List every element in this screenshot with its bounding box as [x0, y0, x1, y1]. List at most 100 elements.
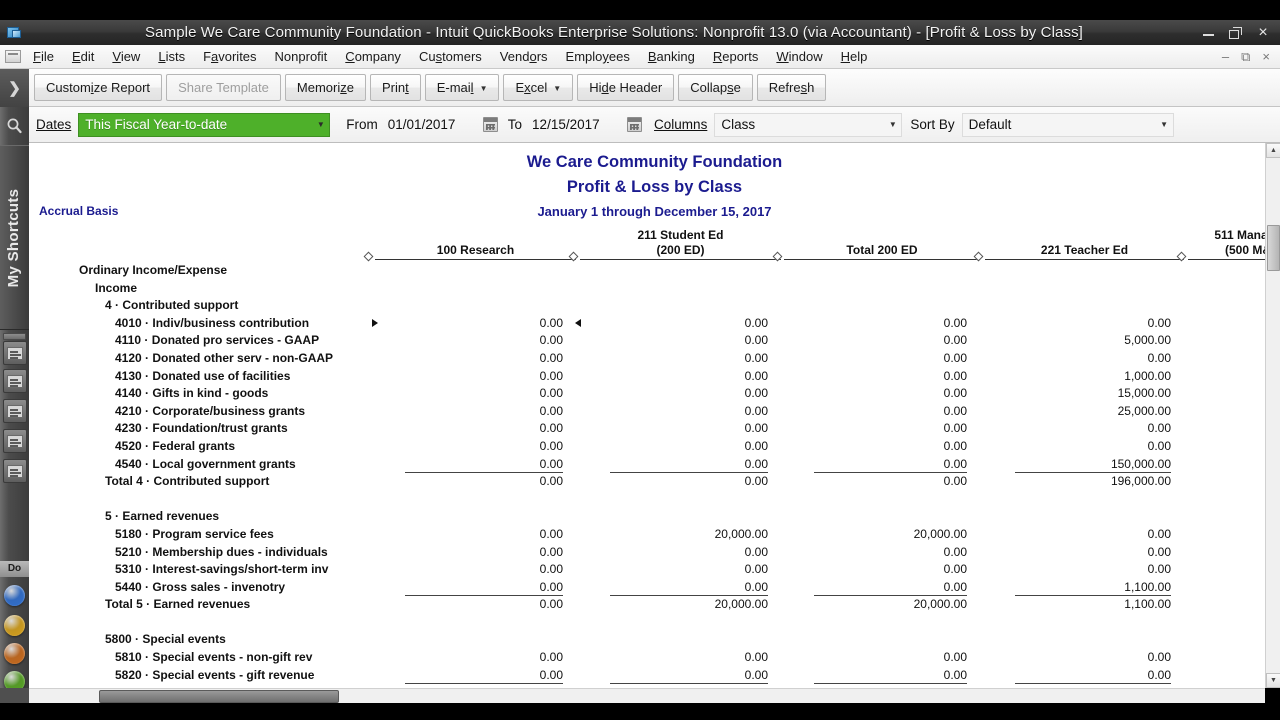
calendar-icon[interactable]: [3, 369, 27, 393]
calendar-icon[interactable]: [627, 117, 643, 132]
sortby-dropdown[interactable]: Default ▼: [961, 112, 1174, 137]
window-controls: ×: [1202, 24, 1270, 40]
menu-item-help[interactable]: Help: [832, 47, 877, 66]
doc-close-icon[interactable]: ×: [1262, 50, 1270, 63]
scroll-down-arrow-icon[interactable]: ▼: [1266, 673, 1280, 688]
row-value: 5,000.00: [1124, 333, 1171, 348]
table-row[interactable]: 5440 · Gross sales - invenotry 0.00 0.00 0.…: [29, 579, 1280, 597]
e-mail-button[interactable]: E-mail ▼: [424, 74, 500, 101]
table-row[interactable]: 4140 · Gifts in kind - goods 0.00 0.00 0.00…: [29, 385, 1280, 403]
invoice-icon[interactable]: [4, 615, 25, 636]
menu-item-customers[interactable]: Customers: [410, 47, 491, 66]
memorize-button[interactable]: Memorize: [284, 74, 366, 101]
receipt-icon[interactable]: [4, 643, 25, 664]
expand-iconbar-button[interactable]: ❯: [0, 69, 29, 107]
scroll-up-arrow-icon[interactable]: ▲: [1266, 143, 1280, 158]
screen-bottom-bezel: [0, 703, 1280, 720]
table-row[interactable]: 4 · Contributed support: [29, 297, 1280, 315]
row-expand-marker-icon[interactable]: [372, 318, 378, 327]
refresh-button[interactable]: Refresh: [756, 74, 827, 101]
report-viewport[interactable]: We Care Community Foundation Profit & Lo…: [29, 143, 1280, 688]
table-row[interactable]: 5800 · Special events: [29, 631, 1280, 649]
doc-restore-icon[interactable]: ⧉: [1241, 50, 1250, 63]
menu-item-vendors[interactable]: Vendors: [491, 47, 557, 66]
menu-item-nonprofit[interactable]: Nonprofit: [266, 47, 337, 66]
row-label: 5810 · Special events - non-gift rev: [115, 650, 313, 665]
table-row[interactable]: 4520 · Federal grants 0.00 0.00 0.00 0.00: [29, 438, 1280, 456]
document-window-controls: – ⧉ ×: [1222, 50, 1270, 63]
iconbar-tab-handle[interactable]: [3, 333, 26, 340]
to-date-input[interactable]: 12/15/2017: [529, 113, 625, 137]
menu-item-reports[interactable]: Reports: [704, 47, 768, 66]
table-row[interactable]: 5 · Earned revenues: [29, 508, 1280, 526]
table-row[interactable]: 4010 · Indiv/business contribution 0.00 0.…: [29, 315, 1280, 333]
table-row[interactable]: 5310 · Interest-savings/short-term inv 0.…: [29, 561, 1280, 579]
my-shortcuts-panel[interactable]: My Shortcuts: [0, 145, 29, 330]
list-icon[interactable]: [3, 399, 27, 423]
calendar-icon[interactable]: [482, 117, 498, 132]
row-value: 25,000.00: [1117, 403, 1171, 418]
home-icon[interactable]: [3, 341, 27, 365]
collapse-button[interactable]: Collapse: [678, 74, 753, 101]
menu-item-banking[interactable]: Banking: [639, 47, 704, 66]
restore-icon[interactable]: [1229, 26, 1243, 40]
menu-item-file[interactable]: File: [24, 47, 63, 66]
table-row[interactable]: 4210 · Corporate/business grants 0.00 0.00…: [29, 403, 1280, 421]
table-row[interactable]: Income: [29, 280, 1280, 298]
table-row[interactable]: 5810 · Special events - non-gift rev 0.00…: [29, 649, 1280, 667]
hide-header-button[interactable]: Hide Header: [577, 74, 675, 101]
excel-button[interactable]: Excel ▼: [503, 74, 574, 101]
print-button[interactable]: Print: [369, 74, 421, 101]
table-row[interactable]: 5180 · Program service fees 0.00 20,000.00…: [29, 526, 1280, 544]
report-toolbar: Customize Report Share Template Memorize Pr…: [29, 69, 1280, 107]
table-row[interactable]: Ordinary Income/Expense: [29, 262, 1280, 280]
table-row[interactable]: 5210 · Membership dues - individuals 0.00…: [29, 544, 1280, 562]
table-row[interactable]: 4120 · Donated other serv - non-GAAP 0.00…: [29, 350, 1280, 368]
table-row[interactable]: 4540 · Local government grants 0.00 0.00 0.…: [29, 456, 1280, 474]
menu-item-lists[interactable]: Lists: [149, 47, 194, 66]
row-select-marker-icon[interactable]: [575, 318, 581, 327]
menu-item-company[interactable]: Company: [336, 47, 410, 66]
mobile-icon[interactable]: [4, 585, 25, 606]
menu-item-favorites[interactable]: Favorites: [194, 47, 265, 66]
menu-item-window[interactable]: Window: [767, 47, 831, 66]
columns-dropdown[interactable]: Class ▼: [714, 112, 903, 137]
vertical-scroll-thumb[interactable]: [1267, 225, 1280, 271]
menu-item-edit[interactable]: Edit: [63, 47, 103, 66]
minimize-icon[interactable]: [1202, 26, 1216, 40]
row-value: 0.00: [539, 562, 563, 577]
chevron-down-icon[interactable]: ▼: [884, 114, 901, 136]
report-title: Profit & Loss by Class: [566, 178, 743, 196]
doc-minimize-icon[interactable]: –: [1222, 50, 1229, 63]
horizontal-scroll-thumb[interactable]: [99, 690, 339, 703]
chevron-down-icon[interactable]: ▼: [553, 76, 561, 101]
search-icon[interactable]: [0, 107, 29, 143]
chevron-down-icon[interactable]: ▼: [480, 76, 488, 101]
row-label: 5310 · Interest-savings/short-term inv: [115, 562, 329, 577]
window-icon[interactable]: [3, 459, 27, 483]
row-value: 20,000.00: [714, 526, 768, 541]
columns-label: Columns: [654, 117, 708, 132]
row-value: 0.00: [539, 474, 563, 489]
table-row[interactable]: 4110 · Donated pro services - GAAP 0.00 0.…: [29, 332, 1280, 350]
menu-item-view[interactable]: View: [103, 47, 149, 66]
chevron-down-icon[interactable]: ▼: [312, 113, 330, 136]
table-row[interactable]: [29, 491, 1280, 509]
table-row[interactable]: 4130 · Donated use of facilities 0.00 0.00…: [29, 368, 1280, 386]
table-row[interactable]: [29, 614, 1280, 632]
dates-dropdown[interactable]: This Fiscal Year-to-date ▼: [78, 112, 331, 137]
menu-item-employees[interactable]: Employees: [557, 47, 639, 66]
table-row[interactable]: Total 5 · Earned revenues 0.00 20,000.00 20…: [29, 596, 1280, 614]
document-system-icon[interactable]: [5, 50, 21, 63]
horizontal-scrollbar[interactable]: [29, 688, 1265, 703]
from-date-input[interactable]: 01/01/2017: [385, 113, 481, 137]
table-row[interactable]: 4230 · Foundation/trust grants 0.00 0.00 0.…: [29, 420, 1280, 438]
table-row[interactable]: 5820 · Special events - gift revenue 0.00…: [29, 667, 1280, 685]
chevron-down-icon[interactable]: ▼: [1156, 114, 1173, 136]
close-icon[interactable]: ×: [1256, 24, 1270, 40]
report-icon[interactable]: [3, 429, 27, 453]
customize-report-button[interactable]: Customize Report: [34, 74, 163, 101]
vertical-scrollbar[interactable]: ▲ ▼: [1265, 143, 1280, 688]
column-resize-handle[interactable]: [363, 251, 374, 262]
table-row[interactable]: Total 4 · Contributed support 0.00 0.00 0.0…: [29, 473, 1280, 491]
